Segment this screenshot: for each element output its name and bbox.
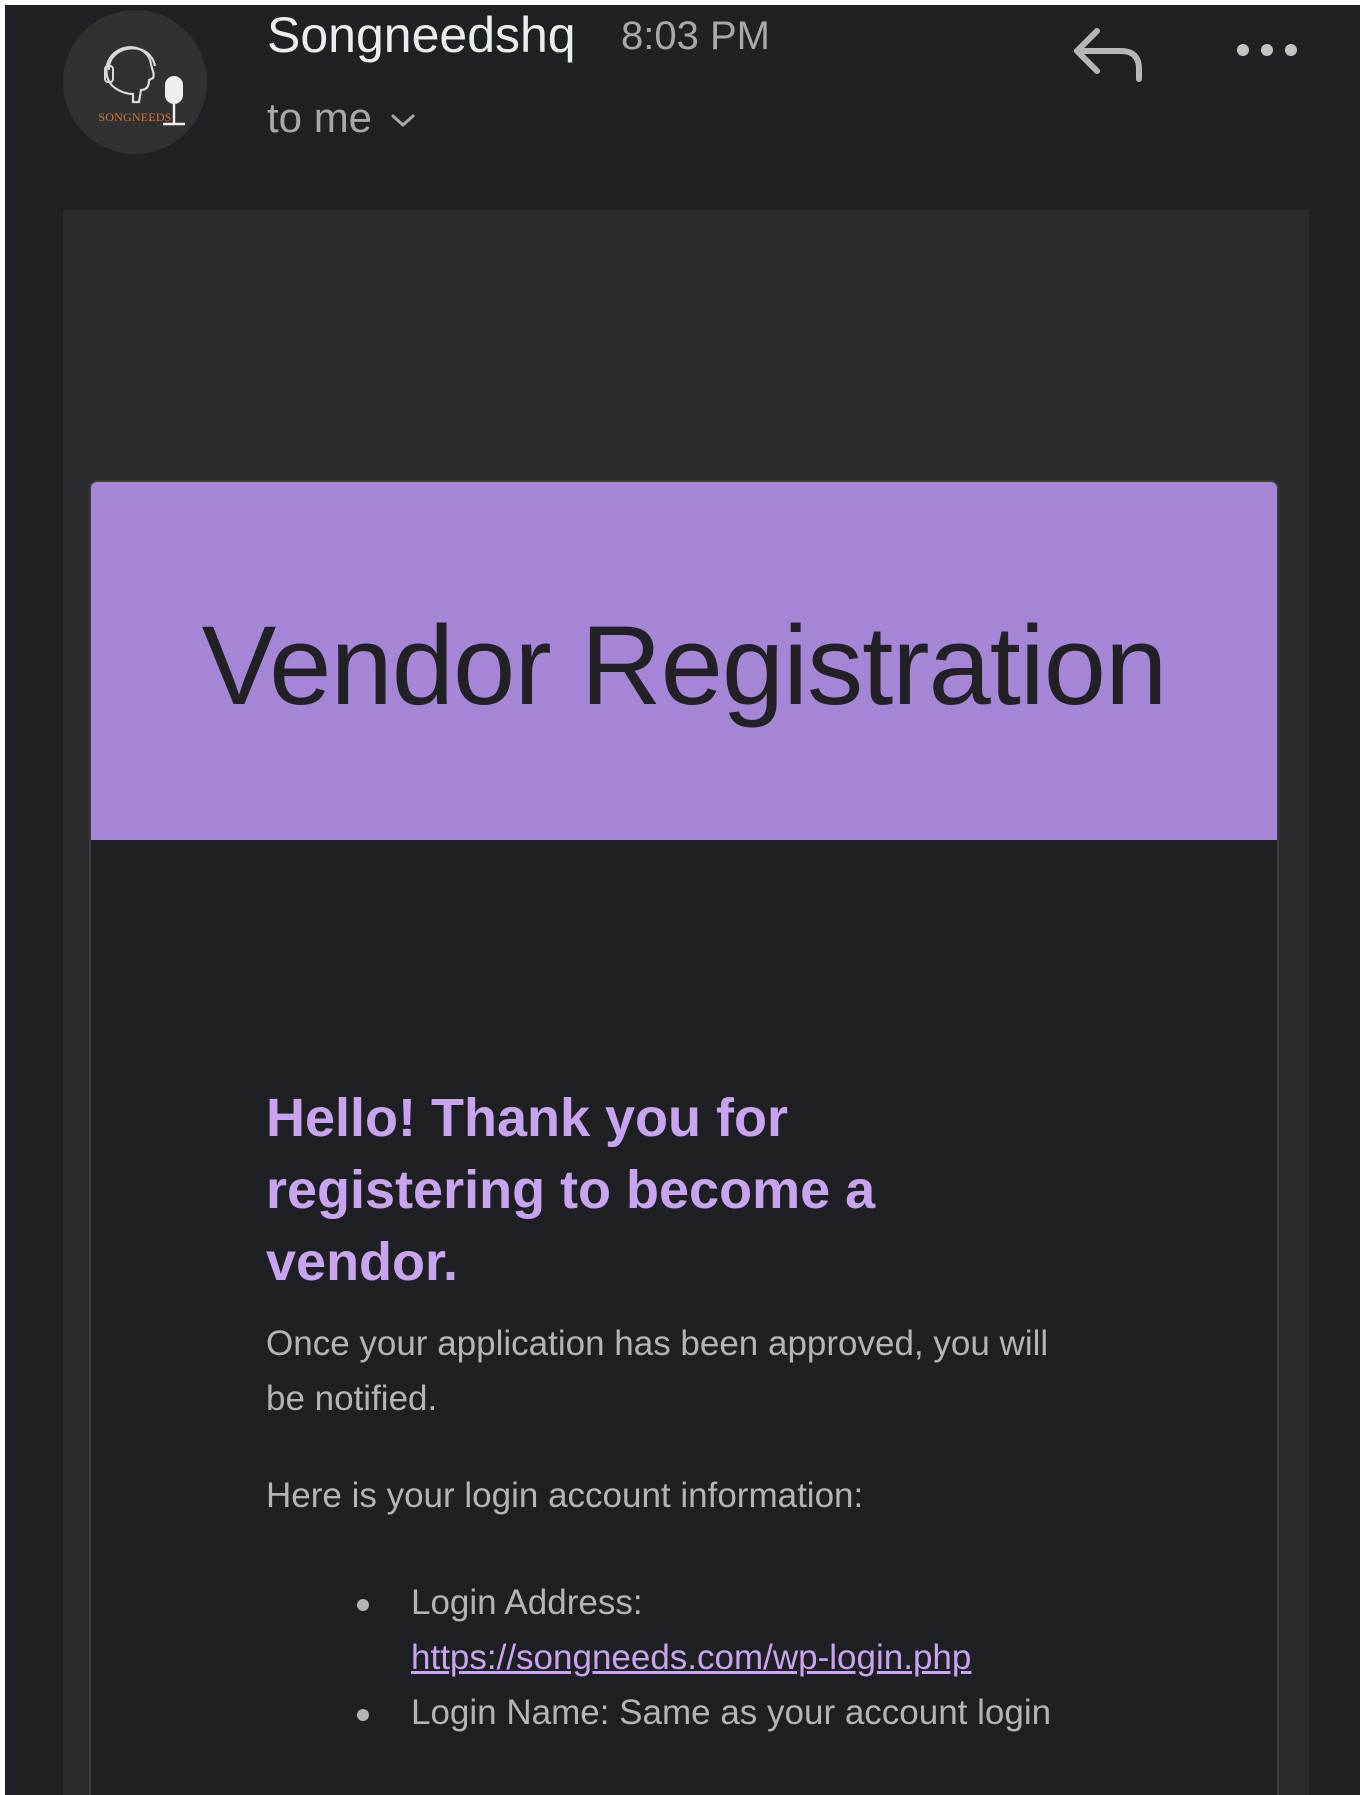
banner-title: Vendor Registration bbox=[201, 603, 1168, 728]
reply-button[interactable] bbox=[1071, 25, 1145, 85]
login-info-list: Login Address: https://songneeds.com/wp-… bbox=[266, 1575, 1126, 1740]
email-content: Hello! Thank you for registering to beco… bbox=[266, 1082, 1126, 1740]
greeting-heading: Hello! Thank you for registering to beco… bbox=[266, 1088, 876, 1292]
recipient-toggle[interactable]: to me bbox=[267, 93, 416, 143]
reply-icon bbox=[1074, 28, 1142, 82]
email-body: Vendor Registration Hello! Thank you for… bbox=[63, 210, 1309, 1795]
bullet-icon bbox=[357, 1709, 369, 1721]
sender-name[interactable]: Songneedshq bbox=[267, 5, 576, 65]
login-address-label: Login Address: bbox=[411, 1583, 643, 1622]
more-horizontal-icon bbox=[1237, 44, 1297, 56]
login-name-text: Login Name: Same as your account login bbox=[411, 1693, 1052, 1732]
sender-avatar[interactable]: SONGNEEDS bbox=[63, 10, 207, 154]
avatar-logo-text: SONGNEEDS bbox=[98, 110, 172, 124]
email-card: Vendor Registration Hello! Thank you for… bbox=[89, 480, 1279, 1795]
more-options-button[interactable] bbox=[1233, 35, 1303, 65]
list-item: Login Name: Same as your account login bbox=[357, 1685, 1126, 1740]
email-timestamp: 8:03 PM bbox=[621, 14, 770, 58]
login-info-intro: Here is your login account information: bbox=[266, 1476, 864, 1515]
email-banner: Vendor Registration bbox=[91, 482, 1277, 840]
bullet-icon bbox=[357, 1599, 369, 1611]
songneeds-logo-icon bbox=[104, 46, 185, 126]
login-address-link[interactable]: https://songneeds.com/wp-login.php bbox=[411, 1638, 971, 1677]
email-view: SONGNEEDS Songneedshq 8:03 PM to me Vend… bbox=[5, 5, 1360, 1795]
recipient-label: to me bbox=[267, 94, 373, 141]
list-item: Login Address: https://songneeds.com/wp-… bbox=[357, 1575, 1126, 1685]
chevron-down-icon bbox=[391, 114, 415, 127]
approval-notice: Once your application has been approved,… bbox=[266, 1324, 1049, 1418]
